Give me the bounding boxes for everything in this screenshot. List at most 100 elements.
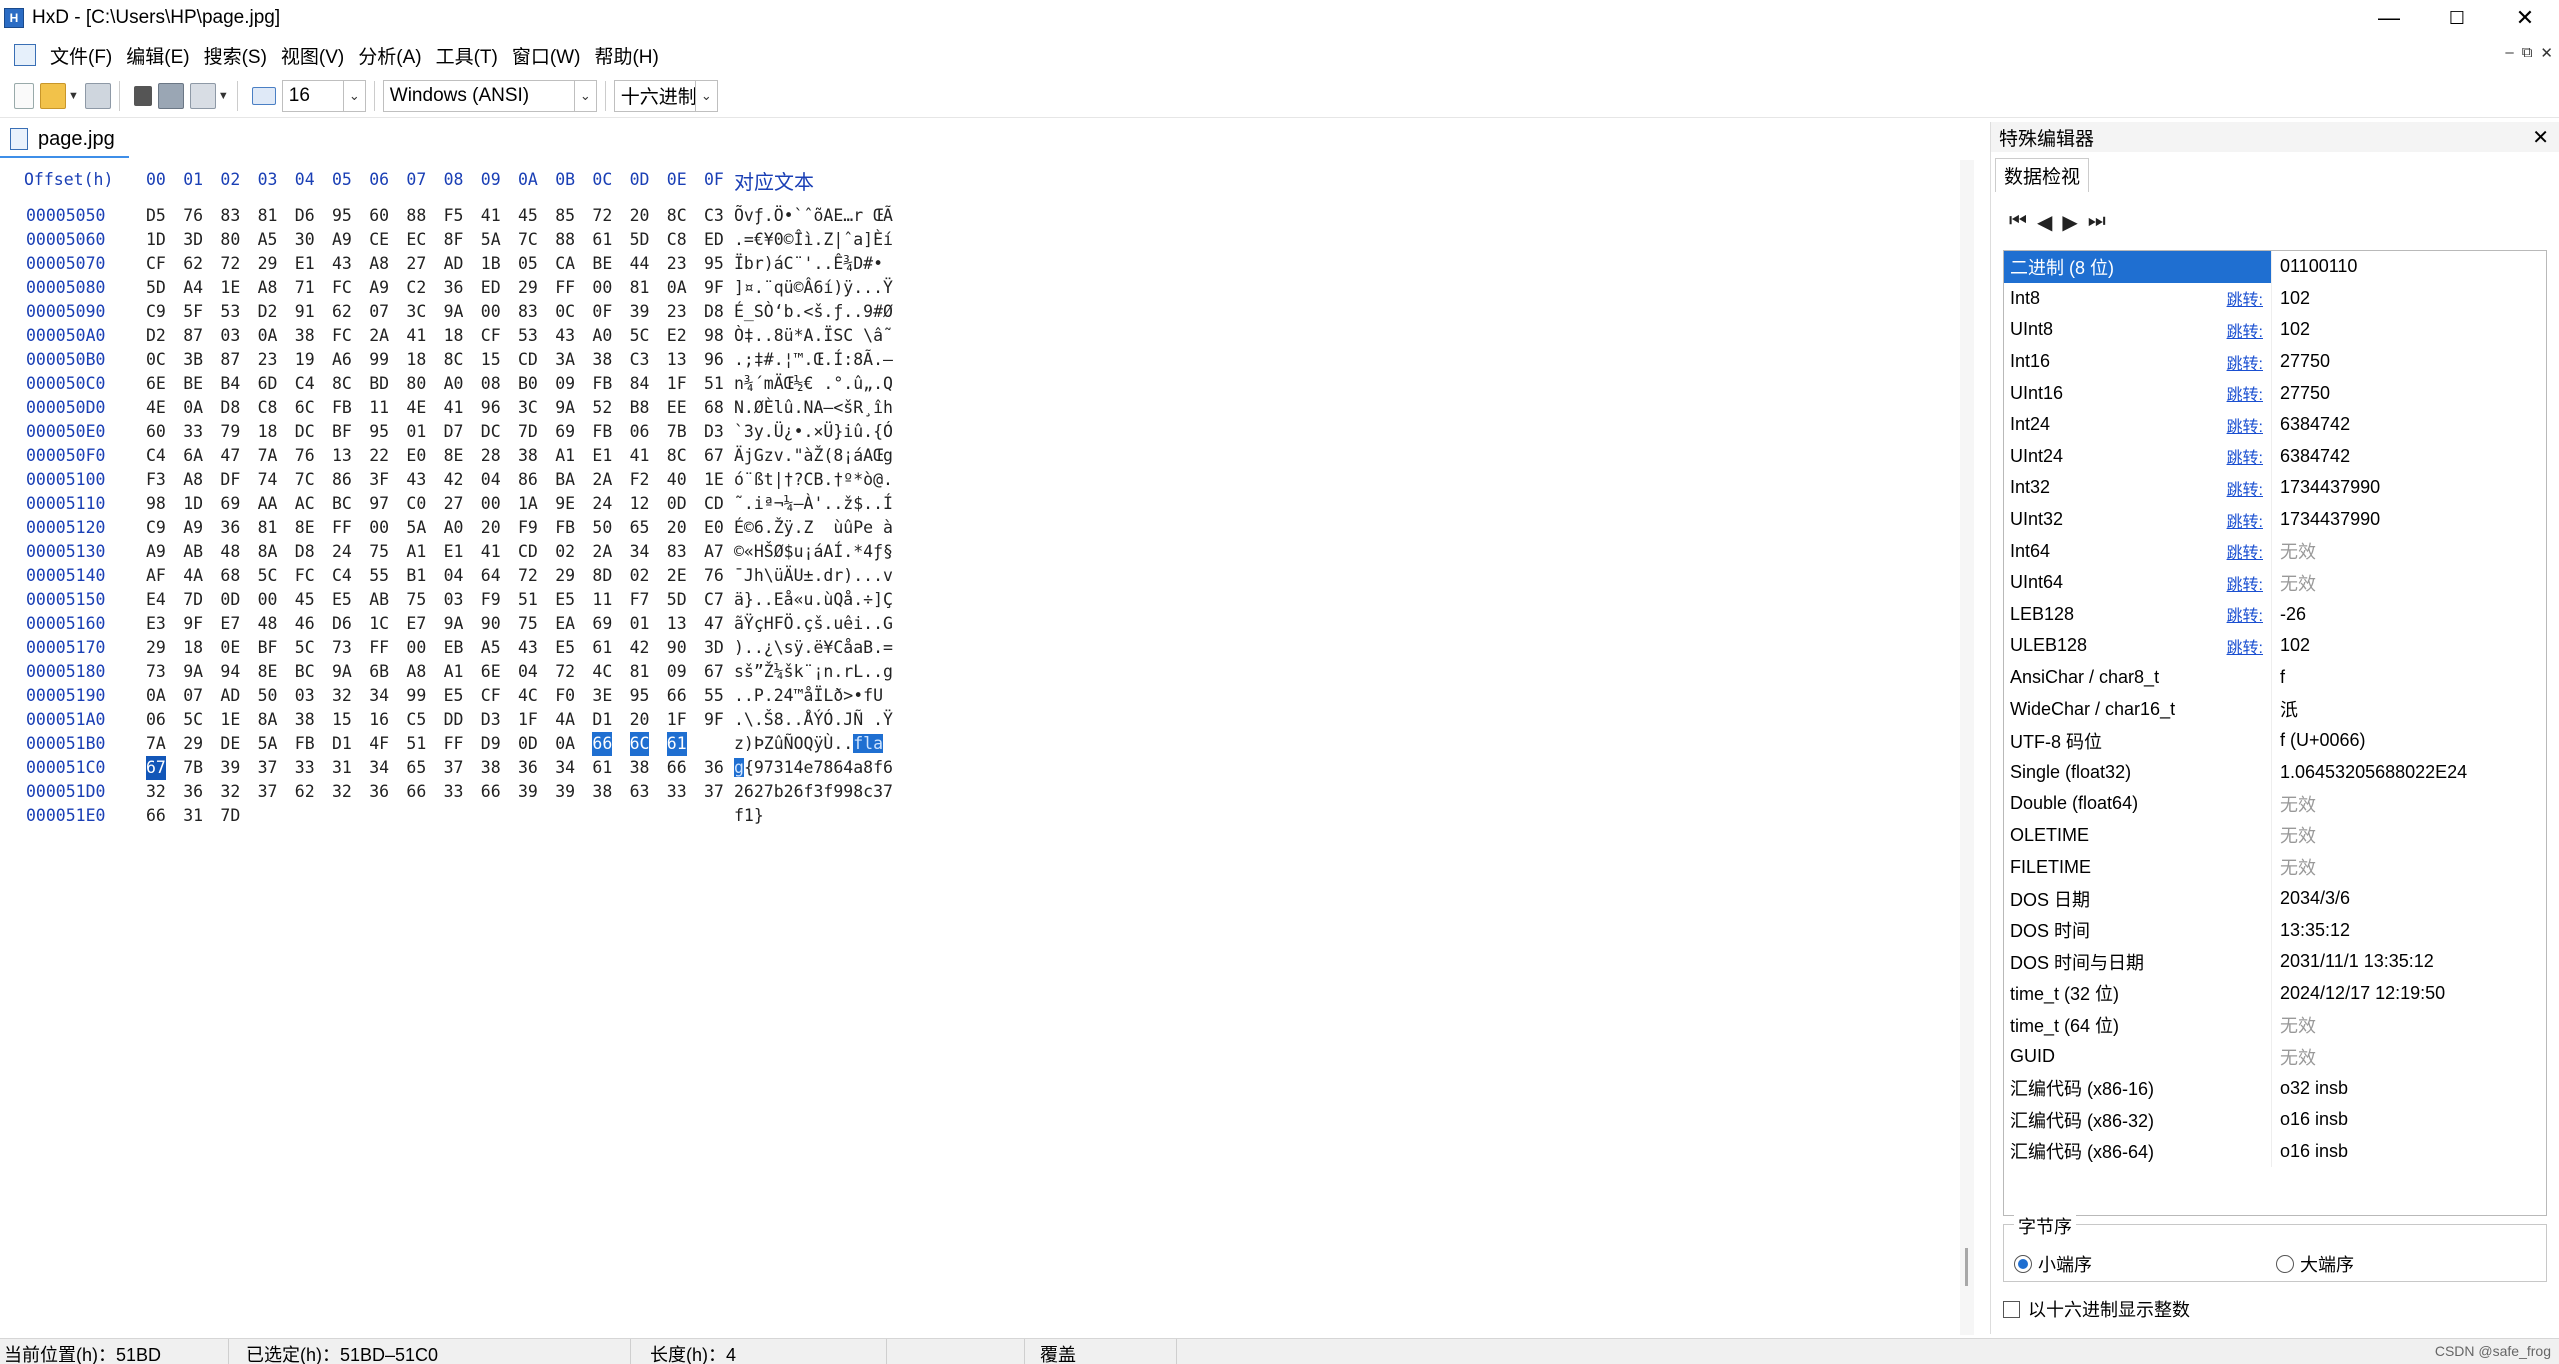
hex-byte[interactable]: 0F: [592, 300, 612, 324]
hex-byte[interactable]: EA: [555, 612, 575, 636]
hex-byte[interactable]: 03: [220, 324, 240, 348]
hex-integers-checkbox[interactable]: 以十六进制显示整数: [2003, 1296, 2190, 1322]
hex-byte[interactable]: 45: [518, 204, 538, 228]
hex-byte[interactable]: 62: [332, 300, 352, 324]
hex-byte[interactable]: 9F: [704, 276, 724, 300]
hex-byte[interactable]: 31: [183, 804, 203, 828]
hex-byte[interactable]: 02: [630, 564, 650, 588]
hex-byte[interactable]: 88: [406, 204, 426, 228]
inspector-row[interactable]: 二进制 (8 位) 01100110: [2004, 251, 2546, 283]
inspector-value[interactable]: 无效: [2272, 570, 2316, 596]
hex-byte[interactable]: 1F: [667, 372, 687, 396]
hex-byte[interactable]: 29: [518, 276, 538, 300]
inspector-value[interactable]: 1.06453205688022E24: [2272, 762, 2467, 783]
inspector-row[interactable]: Double (float64) 无效: [2004, 788, 2546, 820]
hex-byte[interactable]: 03: [444, 588, 464, 612]
hex-byte[interactable]: E2: [667, 324, 687, 348]
hex-byte[interactable]: 85: [555, 204, 575, 228]
hex-byte[interactable]: C8: [667, 228, 687, 252]
menu-analysis[interactable]: 分析(A): [358, 42, 421, 69]
hex-byte[interactable]: 5A: [481, 228, 501, 252]
hex-byte[interactable]: 29: [183, 732, 203, 756]
text-selection[interactable]: g: [734, 758, 744, 777]
inspector-value[interactable]: 无效: [2272, 538, 2316, 564]
hex-byte[interactable]: 86: [332, 468, 352, 492]
inspector-value[interactable]: 27750: [2272, 351, 2330, 372]
hex-byte[interactable]: 38: [630, 756, 650, 780]
hex-byte[interactable]: CF: [146, 252, 166, 276]
inspector-value[interactable]: f (U+0066): [2272, 730, 2366, 751]
hex-byte[interactable]: 62: [183, 252, 203, 276]
hex-byte[interactable]: 72: [518, 564, 538, 588]
hex-byte[interactable]: FF: [444, 732, 464, 756]
hex-byte[interactable]: 9F: [183, 612, 203, 636]
hex-byte[interactable]: 2A: [592, 468, 612, 492]
jump-link[interactable]: 跳转:: [2227, 508, 2263, 532]
hex-byte[interactable]: 0A: [146, 684, 166, 708]
hex-byte[interactable]: A9: [332, 228, 352, 252]
hex-byte[interactable]: 34: [369, 684, 389, 708]
chevron-down-icon[interactable]: ⌄: [573, 80, 596, 111]
hex-byte[interactable]: 83: [220, 204, 240, 228]
hex-byte[interactable]: 04: [481, 468, 501, 492]
hex-byte[interactable]: 31: [332, 756, 352, 780]
hex-byte[interactable]: 83: [518, 300, 538, 324]
hex-byte[interactable]: 3D: [704, 636, 724, 660]
hex-byte[interactable]: 23: [258, 348, 278, 372]
text-column[interactable]: ©«HŠØ$u¡áAÍ.*4ƒ§: [734, 540, 893, 564]
hex-byte[interactable]: 7C: [518, 228, 538, 252]
hex-byte[interactable]: D8: [220, 396, 240, 420]
encoding-select[interactable]: Windows (ANSI) ⌄: [382, 79, 597, 112]
text-column[interactable]: ä}..Eå«u.ùQå.÷]Ç: [734, 588, 893, 612]
text-column[interactable]: É_SÒ‘b.<š.ƒ..9#Ø: [734, 300, 893, 324]
inspector-value[interactable]: 无效: [2272, 791, 2316, 817]
inspector-value[interactable]: 无效: [2272, 1044, 2316, 1070]
inspector-value[interactable]: 13:35:12: [2272, 920, 2350, 941]
inspector-row[interactable]: UTF-8 码位 f (U+0066): [2004, 724, 2546, 757]
hex-byte[interactable]: CA: [555, 252, 575, 276]
hex-byte[interactable]: 75: [369, 540, 389, 564]
last-icon[interactable]: ⏭: [2088, 210, 2106, 235]
hex-byte[interactable]: 61: [592, 636, 612, 660]
hex-byte[interactable]: 4E: [146, 396, 166, 420]
hex-byte[interactable]: 1D: [183, 492, 203, 516]
jump-link[interactable]: 跳转:: [2227, 350, 2263, 374]
inspector-value[interactable]: 1734437990: [2272, 509, 2380, 530]
hex-byte[interactable]: E7: [220, 612, 240, 636]
minimize-button[interactable]: —: [2355, 0, 2423, 36]
hex-byte[interactable]: 16: [369, 708, 389, 732]
hex-byte[interactable]: B8: [630, 396, 650, 420]
hex-byte[interactable]: ED: [481, 276, 501, 300]
hex-byte[interactable]: 41: [444, 396, 464, 420]
hex-byte[interactable]: C3: [704, 204, 724, 228]
offset-base-select[interactable]: 十六进制 ⌄: [613, 79, 718, 112]
hex-byte[interactable]: 38: [592, 780, 612, 804]
inspector-row[interactable]: UInt8 跳转: 102: [2004, 314, 2546, 346]
inspector-value[interactable]: o32 insb: [2272, 1078, 2348, 1099]
text-column[interactable]: ¯Jh\üÄU±.dr)...v: [734, 564, 893, 588]
inspector-value[interactable]: 无效: [2272, 1012, 2316, 1038]
hex-byte[interactable]: A4: [183, 276, 203, 300]
hex-byte[interactable]: 29: [258, 252, 278, 276]
hex-byte[interactable]: 45: [295, 588, 315, 612]
hex-byte[interactable]: 7D: [220, 804, 240, 828]
inspector-row[interactable]: Single (float32) 1.06453205688022E24: [2004, 756, 2546, 789]
hex-byte[interactable]: 69: [592, 612, 612, 636]
hex-byte[interactable]: 5D: [667, 588, 687, 612]
text-column[interactable]: Ò‡..8ü*A.ÏSC \â˜: [734, 324, 893, 348]
hex-byte[interactable]: 41: [406, 324, 426, 348]
hex-byte[interactable]: 36: [518, 756, 538, 780]
hex-byte[interactable]: FF: [369, 636, 389, 660]
hex-byte[interactable]: 61: [592, 756, 612, 780]
inspector-row[interactable]: Int16 跳转: 27750: [2004, 345, 2546, 378]
hex-byte[interactable]: 0A: [667, 276, 687, 300]
hex-byte[interactable]: 90: [667, 636, 687, 660]
hex-byte[interactable]: 29: [146, 636, 166, 660]
hex-byte[interactable]: A1: [555, 444, 575, 468]
hex-byte[interactable]: DC: [295, 420, 315, 444]
inspector-row[interactable]: Int64 跳转: 无效: [2004, 535, 2546, 567]
hex-byte[interactable]: C3: [630, 348, 650, 372]
hex-byte[interactable]: B4: [220, 372, 240, 396]
inspector-value[interactable]: f: [2272, 667, 2285, 688]
hex-byte[interactable]: 66: [406, 780, 426, 804]
